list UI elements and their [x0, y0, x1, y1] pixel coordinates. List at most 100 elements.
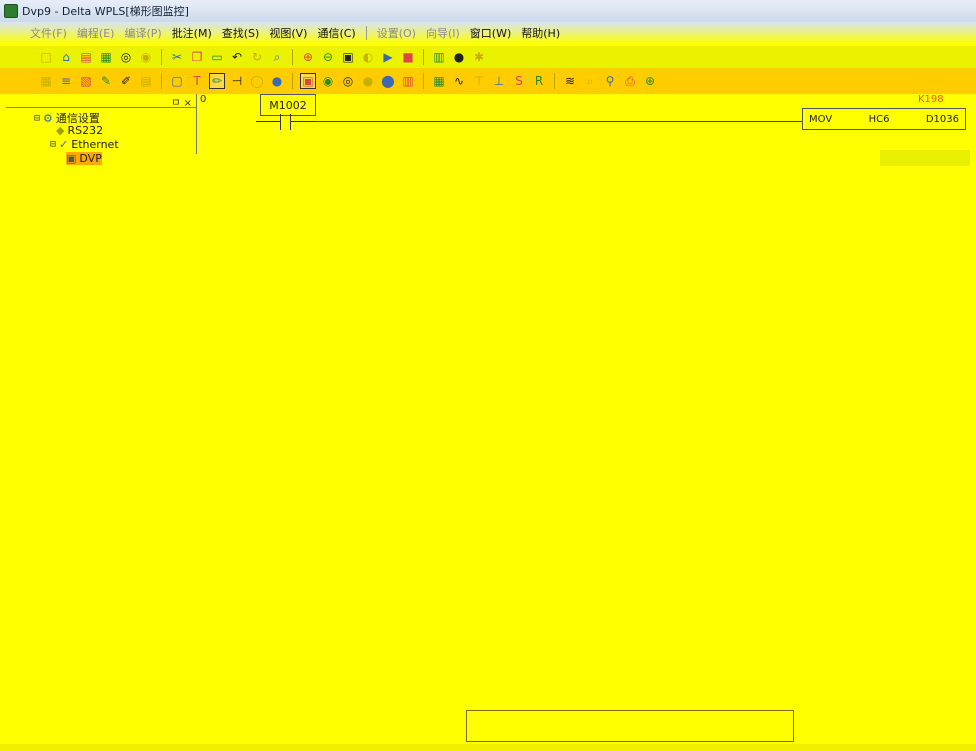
- wave-icon[interactable]: ∿: [451, 73, 467, 89]
- menu-separator: [365, 26, 367, 40]
- toolbar-separator: [292, 73, 293, 89]
- force-off-icon[interactable]: ⊥: [491, 73, 507, 89]
- force-on-icon[interactable]: ⊤: [471, 73, 487, 89]
- ladder-editor[interactable]: 0 M1002 K198 MOV HC6 D1036: [196, 94, 970, 714]
- find-icon[interactable]: ⚲: [602, 73, 618, 89]
- contact-label: M1002: [269, 98, 307, 112]
- undo-icon[interactable]: ↶: [229, 49, 245, 65]
- tree-expander[interactable]: ⊟: [50, 139, 56, 150]
- panel-header: ㅁ ×: [6, 94, 196, 109]
- circle-stop-icon[interactable]: ⬤: [380, 73, 396, 89]
- open-icon[interactable]: ⌂: [58, 49, 74, 65]
- cut-icon[interactable]: ✂: [169, 49, 185, 65]
- tree-item-dvp[interactable]: ▣ DVP: [66, 152, 102, 165]
- view-icon[interactable]: ▢: [169, 73, 185, 89]
- toolbar-separator: [554, 73, 555, 89]
- app-icon: [4, 4, 18, 18]
- text-icon[interactable]: T: [189, 73, 205, 89]
- status-panel: [466, 710, 794, 742]
- toolbar-separator: [292, 49, 293, 65]
- menu-item[interactable]: 窗口(W): [470, 25, 511, 41]
- save-all-icon[interactable]: ▦: [98, 49, 114, 65]
- mov-instruction[interactable]: MOV HC6 D1036: [802, 108, 966, 130]
- set-icon[interactable]: S: [511, 73, 527, 89]
- faint-instruction-row: [880, 150, 970, 166]
- toolbar-separator: [161, 73, 162, 89]
- normally-open-contact-icon[interactable]: [256, 114, 316, 130]
- ladder-toolbar: ▦ ≡ ▧ ✎ ✐ ▤ ▢ T ✏ ⊣ ◯ ● ▣ ◉ ◎ ● ⬤ ▥ ▦ ∿ ⊤ ⊥ S R ≋ ⌕ ⚲ ⎙ ⊕: [0, 68, 976, 94]
- standard-toolbar: □ ⌂ ▤ ▦ ◎ ◉ ✂ ❐ ▭ ↶ ↻ ⌕ ⊕ ⊖ ▣ ◐ ▶ ■ ▥ ● ✱: [0, 46, 976, 68]
- paste-icon[interactable]: ▭: [209, 49, 225, 65]
- sfc-icon[interactable]: ▧: [78, 73, 94, 89]
- stop-icon[interactable]: ■: [400, 49, 416, 65]
- reset-icon[interactable]: R: [531, 73, 547, 89]
- run-icon[interactable]: ▶: [380, 49, 396, 65]
- toolbar-separator: [423, 49, 424, 65]
- instruction-icon[interactable]: ≡: [58, 73, 74, 89]
- tree-item-label: DVP: [79, 152, 102, 165]
- menu-item[interactable]: 视图(V): [269, 25, 307, 41]
- print-icon[interactable]: ⎙: [622, 73, 638, 89]
- online-icon[interactable]: ◐: [360, 49, 376, 65]
- refresh-icon[interactable]: ↻: [249, 49, 265, 65]
- toolbar-separator: [423, 73, 424, 89]
- comment-icon[interactable]: ✎: [98, 73, 114, 89]
- tree-item-ethernet[interactable]: ⊟ ✓ Ethernet: [50, 138, 119, 151]
- pen-icon[interactable]: ✏: [209, 73, 225, 89]
- tree-item-rs232[interactable]: ◆ RS232: [56, 124, 103, 137]
- project-panel: ㅁ × ⊟ ⚙ 通信设置 ◆ RS232 ⊟ ✓ Ethernet ▣ DVP: [6, 94, 196, 714]
- device-monitor-icon[interactable]: ▥: [400, 73, 416, 89]
- ladder-icon[interactable]: ▦: [38, 73, 54, 89]
- status-bar: [0, 744, 976, 751]
- copy-icon[interactable]: ❐: [189, 49, 205, 65]
- register-icon[interactable]: ▦: [431, 73, 447, 89]
- left-power-rail: [196, 94, 197, 154]
- menu-bar: 文件(F) 编程(E) 编译(P) 批注(M) 查找(S) 视图(V) 通信(C) 设置(O)…: [0, 22, 976, 44]
- instruction-op: MOV: [809, 113, 833, 125]
- serial-port-icon: ◆: [56, 124, 65, 137]
- menu-item[interactable]: 向导(I): [426, 25, 460, 41]
- menu-item[interactable]: 编程(E): [77, 25, 115, 41]
- compile-icon[interactable]: ◎: [118, 49, 134, 65]
- table-icon[interactable]: ▤: [138, 73, 154, 89]
- instruction-src: HC6: [868, 113, 890, 125]
- zoom-out-icon[interactable]: ⊖: [320, 49, 336, 65]
- rung-number: 0: [200, 94, 207, 105]
- menu-item[interactable]: 通信(C): [317, 25, 355, 41]
- rung-wire: [316, 121, 802, 122]
- contact-icon[interactable]: ⊣: [229, 73, 245, 89]
- settings-icon[interactable]: ✱: [471, 49, 487, 65]
- menu-item[interactable]: 批注(M): [172, 25, 212, 41]
- tree-item-label: Ethernet: [71, 138, 119, 151]
- compile-all-icon[interactable]: ◉: [138, 49, 154, 65]
- zoom-in-icon[interactable]: ⊕: [300, 49, 316, 65]
- menu-item[interactable]: 查找(S): [222, 25, 260, 41]
- save-icon[interactable]: ▤: [78, 49, 94, 65]
- circle-red-icon[interactable]: ●: [360, 73, 376, 89]
- instruction-dst: D1036: [925, 113, 959, 125]
- new-icon[interactable]: □: [38, 49, 54, 65]
- monitor-icon[interactable]: ▣: [340, 49, 356, 65]
- record-icon[interactable]: ●: [451, 49, 467, 65]
- tree-expander[interactable]: ⊟: [34, 113, 40, 124]
- ladder-mode-icon[interactable]: ▣: [300, 73, 316, 89]
- panel-pin-close[interactable]: ㅁ ×: [171, 94, 192, 109]
- network-icon: ⚙: [43, 111, 53, 125]
- menu-item[interactable]: 帮助(H): [521, 25, 560, 41]
- zoom-fit-icon[interactable]: ⌕: [269, 49, 285, 65]
- coil-icon[interactable]: ◯: [249, 73, 265, 89]
- bulb-icon[interactable]: ●: [269, 73, 285, 89]
- contact-m1002[interactable]: M1002: [260, 94, 316, 116]
- tree-item-label: RS232: [67, 124, 104, 137]
- monitor-stop-icon[interactable]: ◎: [340, 73, 356, 89]
- menu-item[interactable]: 文件(F): [30, 25, 67, 41]
- zoom-icon[interactable]: ⊕: [642, 73, 658, 89]
- search-icon[interactable]: ⌕: [582, 73, 598, 89]
- trend-icon[interactable]: ≋: [562, 73, 578, 89]
- device-icon[interactable]: ▥: [431, 49, 447, 65]
- edit-icon[interactable]: ✐: [118, 73, 134, 89]
- menu-item[interactable]: 设置(O): [377, 25, 416, 41]
- k-value-label: K198: [918, 94, 944, 105]
- monitor-start-icon[interactable]: ◉: [320, 73, 336, 89]
- menu-item[interactable]: 编译(P): [124, 25, 161, 41]
